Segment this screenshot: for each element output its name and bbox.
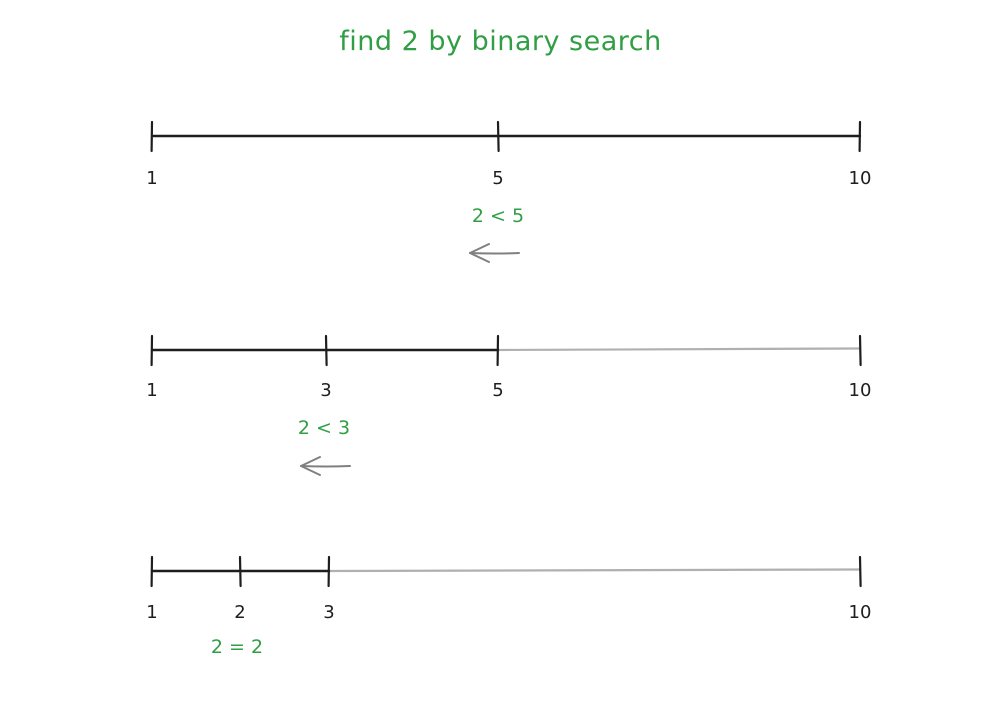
tick-label: 1 [146, 380, 158, 401]
tick-mark [238, 555, 242, 588]
tick-label: 1 [146, 602, 158, 623]
comparison-label: 2 < 5 [471, 205, 525, 227]
number-line-inactive-segment [496, 347, 862, 352]
tick-label: 3 [323, 602, 335, 623]
tick-label: 1 [146, 168, 158, 189]
comparison-label: 2 = 2 [210, 636, 264, 658]
left-arrow-icon [300, 465, 351, 468]
tick-mark [858, 334, 862, 367]
tick-mark [496, 120, 500, 153]
tick-label: 10 [848, 380, 872, 401]
number-line-inactive-segment [327, 568, 862, 573]
tick-label: 5 [492, 168, 504, 189]
tick-mark [324, 334, 328, 367]
tick-label: 2 [234, 602, 246, 623]
tick-label: 3 [320, 380, 332, 401]
left-arrow-icon [469, 252, 520, 255]
tick-label: 5 [492, 380, 504, 401]
tick-label: 10 [848, 168, 872, 189]
tick-mark [858, 555, 862, 588]
tick-label: 10 [848, 602, 872, 623]
diagram-title: find 2 by binary search [339, 26, 662, 57]
comparison-label: 2 < 3 [297, 417, 351, 439]
